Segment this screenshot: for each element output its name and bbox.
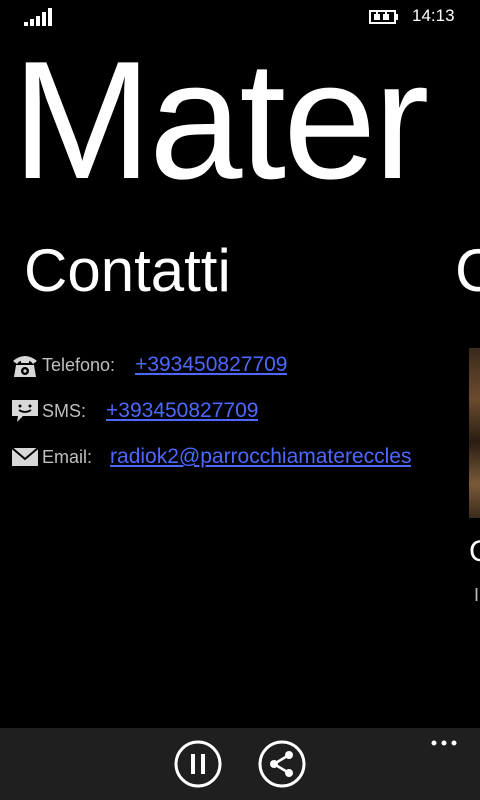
app-bar xyxy=(0,728,480,800)
contact-row-sms: SMS: +393450827709 xyxy=(10,394,430,428)
next-section-item-heading: C xyxy=(469,535,480,568)
pause-button[interactable] xyxy=(174,740,222,788)
more-options-button[interactable] xyxy=(426,732,462,754)
email-link[interactable]: radiok2@parrocchiamatereccles xyxy=(110,445,411,469)
battery-charging-icon xyxy=(369,10,398,24)
contact-row-email: Email: radiok2@parrocchiamatereccles xyxy=(10,440,430,474)
status-clock: 14:13 xyxy=(412,6,455,25)
next-section-image[interactable] xyxy=(469,348,480,518)
section-title: Contatti xyxy=(24,237,231,304)
ellipsis-icon xyxy=(431,740,457,746)
signal-bars-icon xyxy=(24,8,52,26)
share-icon xyxy=(258,740,306,788)
next-section-peek[interactable]: C xyxy=(455,236,480,306)
telephone-icon xyxy=(10,350,40,380)
phone-label: Telefono: xyxy=(42,354,116,375)
sms-label: SMS: xyxy=(42,400,87,421)
contact-row-phone: Telefono: +393450827709 xyxy=(10,348,430,382)
pause-icon xyxy=(174,740,222,788)
next-section-item-subtitle: I xyxy=(474,585,480,605)
sms-chat-icon xyxy=(10,396,40,426)
phone-link[interactable]: +393450827709 xyxy=(135,353,287,377)
envelope-icon xyxy=(10,442,40,472)
email-label: Email: xyxy=(42,446,93,467)
app-title: Mater xyxy=(12,26,429,214)
share-button[interactable] xyxy=(258,740,306,788)
sms-link[interactable]: +393450827709 xyxy=(106,399,258,423)
